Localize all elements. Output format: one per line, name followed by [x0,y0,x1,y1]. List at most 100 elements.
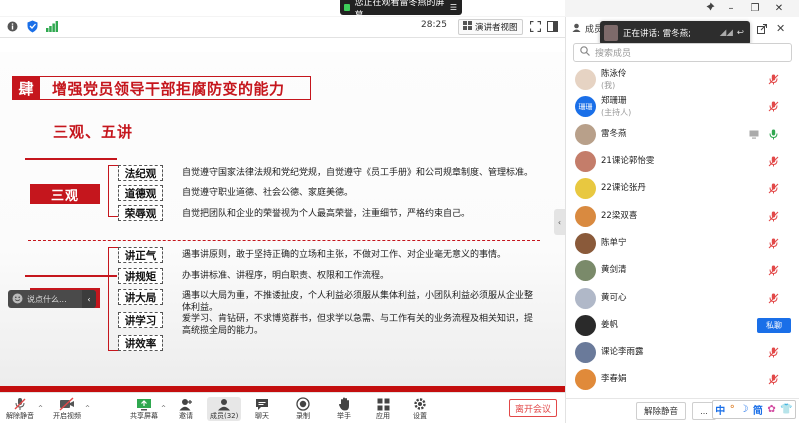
member-row[interactable]: 黄剑清 [566,257,799,284]
member-name-block: 黄剑清 [601,265,627,276]
speaker-avatar [604,25,618,41]
members-button[interactable]: 成员(32) [207,397,242,421]
fullscreen-icon[interactable] [530,21,541,32]
member-name-block: 陈泳伶 (我) [601,69,627,91]
mic-muted-icon [13,397,27,411]
mic-muted-icon[interactable] [768,238,779,249]
member-row[interactable]: 姜帆 私聊 [566,312,799,339]
mic-muted-icon[interactable] [768,211,779,222]
chat-button[interactable]: 聊天 [255,397,269,421]
mic-muted-icon[interactable] [768,74,779,85]
collapse-chat-icon[interactable]: ‹ [82,290,96,308]
member-name: 21课论郭怡雯 [601,156,655,167]
section-separator [28,240,540,241]
share-menu-icon[interactable]: ☰ [450,3,462,12]
screen-share-status-bar[interactable]: 您正在观看雷冬燕的屏幕 ☰ [340,0,462,21]
raise-hand-button[interactable]: 举手 [337,397,351,421]
panel-close-icon[interactable]: ✕ [776,22,785,35]
signal-strength-icon[interactable] [46,21,58,32]
member-row[interactable]: 珊珊 郑珊珊 (主持人) [566,93,799,120]
apps-button[interactable]: 应用 [376,397,390,421]
member-row[interactable]: 22课论张丹 [566,175,799,202]
active-speaker-popup[interactable]: 正在讲话: 雷冬燕; ◢◢ ↩ [600,21,750,45]
ime-toolbar[interactable]: 中 ° ☽ 简 ✿ 👕 [712,400,796,419]
invite-button[interactable]: 邀请 [179,397,193,421]
share-options-caret[interactable]: ^ [161,405,166,412]
member-name: 22梁双喜 [601,210,638,221]
mic-muted-icon[interactable] [768,347,779,358]
category-sanguan: 三观 [30,184,100,204]
term-description: 自觉遵守职业道德、社会公德、家庭美德。 [182,188,354,198]
mic-muted-icon[interactable] [768,156,779,167]
member-avatar: 珊珊 [575,96,596,118]
share-indicator-icon [344,4,351,11]
share-screen-button[interactable]: 共享屏幕 [130,397,158,421]
settings-button[interactable]: 设置 [413,397,427,421]
member-name: 李春娟 [601,374,627,385]
member-row[interactable]: 22梁双喜 [566,202,799,229]
unmute-all-button[interactable]: 解除静音 [636,402,686,420]
record-button[interactable]: 录制 [296,397,310,421]
mic-muted-icon[interactable] [768,101,779,112]
popout-icon[interactable] [757,24,767,37]
meeting-window: 您正在观看雷冬燕的屏幕 ☰ 28:25 演讲者视图 肆 增强党员领导干部拒腐防变… [0,0,799,423]
window-controls: – ❐ ✕ [700,0,790,16]
member-row[interactable]: 黄可心 [566,284,799,311]
top-banner [0,0,565,16]
maximize-icon[interactable]: ❐ [742,3,768,14]
leave-meeting-button[interactable]: 离开会议 [509,399,557,417]
member-row[interactable]: 李春娟 [566,366,799,393]
member-avatar [575,123,596,145]
mic-muted-icon[interactable] [768,183,779,194]
ime-item[interactable]: 中 [715,402,725,417]
private-chat-button[interactable]: 私聊 [757,317,791,333]
member-row[interactable]: 陈单宁 [566,230,799,257]
member-avatar [575,369,596,391]
mic-muted-icon[interactable] [768,374,779,385]
ime-item[interactable]: 👕 [780,404,792,415]
member-avatar [575,260,596,282]
ime-item[interactable]: 简 [753,402,763,417]
info-icon[interactable] [7,21,18,32]
pin-icon[interactable] [700,2,720,14]
video-options-caret[interactable]: ^ [85,405,90,412]
term-box: 法纪观 [118,165,163,181]
member-name: 22课论张丹 [601,183,646,194]
ime-item[interactable]: ✿ [767,404,775,415]
mic-muted-icon[interactable] [768,265,779,276]
layout-toggle-icon[interactable] [547,21,558,32]
slide-subtitle: 三观、五讲 [53,123,134,141]
member-avatar [575,342,596,364]
member-row[interactable]: 雷冬燕 [566,121,799,148]
member-name: 雷冬燕 [601,128,627,139]
return-icon[interactable]: ↩ [737,28,744,38]
meeting-toolbar: 28:25 演讲者视图 [0,17,565,38]
unmute-button[interactable]: 解除静音 [6,397,34,421]
member-avatar [575,205,596,227]
audio-options-caret[interactable]: ^ [38,405,43,412]
member-name-block: 陈单宁 [601,238,627,249]
mic-muted-icon[interactable] [768,293,779,304]
minimize-icon[interactable]: – [720,3,742,14]
member-row[interactable]: 陈泳伶 (我) [566,66,799,93]
emoji-icon[interactable] [12,293,23,306]
person-icon [572,23,581,35]
collapse-panel-handle[interactable]: ‹ [554,209,565,235]
member-row[interactable]: 21课论郭怡雯 [566,148,799,175]
member-search-input[interactable]: 搜索成员 [573,43,792,62]
member-name: 黄剑清 [601,265,627,276]
speaker-view-dropdown[interactable]: 演讲者视图 [458,19,523,35]
close-icon[interactable]: ✕ [768,3,790,14]
ime-item[interactable]: ☽ [739,404,748,415]
member-row[interactable]: 课论李雨露 [566,339,799,366]
ime-item[interactable]: ° [730,404,735,415]
chat-quick-input[interactable]: 说点什么... ‹ [8,290,96,308]
settings-icon [413,397,427,411]
term-box: 讲效率 [118,335,163,351]
member-name: 姜帆 [601,319,619,330]
start-video-button[interactable]: 开启视频 [53,397,81,421]
security-shield-icon[interactable] [27,20,38,33]
mic-on-icon[interactable] [768,129,779,140]
term-description: 遇事以大局为重，不推诿扯皮，个人利益必须服从集体利益，小团队利益必须服从企业整体… [182,291,534,313]
member-name-block: 22课论张丹 [601,183,646,194]
